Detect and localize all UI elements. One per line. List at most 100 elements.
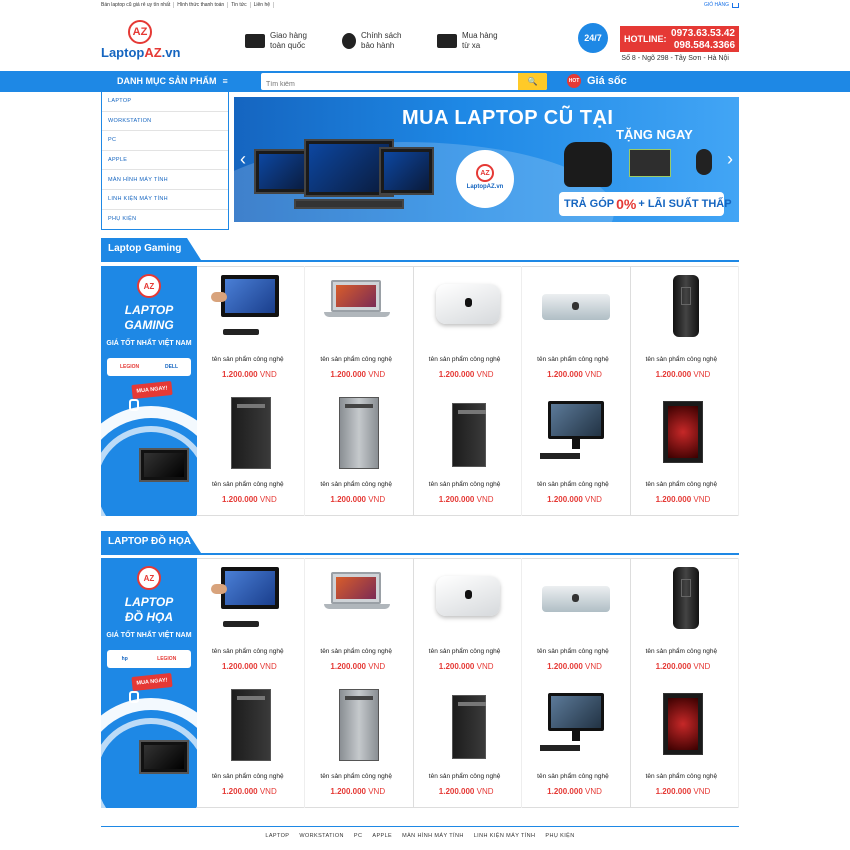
product-image[interactable]	[319, 397, 399, 472]
top-link-home[interactable]: Bán laptop cũ giá rẻ uy tín nhất	[101, 2, 175, 8]
product-card[interactable]: tên sản phẩm công nghệ 1.200.000 VND	[197, 266, 306, 391]
top-link-payment[interactable]: Hình thức thanh toán	[177, 2, 229, 8]
product-card[interactable]: tên sản phẩm công nghệ 1.200.000 VND	[197, 683, 306, 808]
section-title[interactable]: Laptop Gaming	[101, 238, 201, 260]
product-name[interactable]: tên sản phẩm công nghệ	[320, 481, 392, 488]
product-card[interactable]: tên sản phẩm công nghệ 1.200.000 VND	[305, 266, 414, 391]
product-name[interactable]: tên sản phẩm công nghệ	[212, 356, 284, 363]
product-name[interactable]: tên sản phẩm công nghệ	[429, 648, 501, 655]
product-image[interactable]	[428, 564, 508, 639]
product-image[interactable]	[428, 397, 508, 472]
product-name[interactable]: tên sản phẩm công nghệ	[320, 356, 392, 363]
product-image[interactable]	[536, 272, 616, 347]
product-image[interactable]	[536, 564, 616, 639]
product-card[interactable]: tên sản phẩm công nghệ 1.200.000 VND	[522, 266, 631, 391]
product-name[interactable]: tên sản phẩm công nghệ	[429, 481, 501, 488]
menu-item-apple[interactable]: APPLE	[102, 151, 228, 171]
product-card[interactable]: tên sản phẩm công nghệ 1.200.000 VND	[631, 266, 739, 391]
product-name[interactable]: tên sản phẩm công nghệ	[429, 773, 501, 780]
buy-now-button[interactable]: MUA NGAY!	[131, 672, 173, 692]
product-price: 1.200.000 VND	[438, 787, 494, 796]
product-name[interactable]: tên sản phẩm công nghệ	[646, 648, 718, 655]
promo-banner-gaming[interactable]: AZ LAPTOP GAMING GIÁ TỐT NHẤT VIỆT NAM LE…	[101, 266, 197, 516]
site-logo[interactable]: AZ LaptopAZ.vn	[101, 20, 191, 68]
product-image[interactable]	[428, 689, 508, 764]
product-name[interactable]: tên sản phẩm công nghệ	[646, 356, 718, 363]
product-name[interactable]: tên sản phẩm công nghệ	[320, 648, 392, 655]
product-card[interactable]: tên sản phẩm công nghệ 1.200.000 VND	[197, 558, 306, 683]
menu-item-monitor[interactable]: MÀN HÌNH MÁY TÍNH	[102, 170, 228, 190]
buy-now-button[interactable]: MUA NGAY!	[131, 380, 173, 400]
top-link-news[interactable]: Tin tức	[231, 2, 251, 8]
product-image[interactable]	[536, 397, 616, 472]
hot-deals-link[interactable]: HOT Giá sốc	[567, 74, 627, 88]
footer-link-components[interactable]: LINH KIỆN MÁY TÍNH	[474, 833, 536, 839]
product-card[interactable]: tên sản phẩm công nghệ 1.200.000 VND	[631, 683, 739, 808]
footer-link-monitor[interactable]: MÀN HÌNH MÁY TÍNH	[402, 833, 464, 839]
footer-link-pc[interactable]: PC	[354, 833, 362, 839]
product-image[interactable]	[211, 272, 291, 347]
menu-item-pc[interactable]: PC	[102, 131, 228, 151]
product-card[interactable]: tên sản phẩm công nghệ 1.200.000 VND	[197, 391, 306, 516]
slider-next-arrow-icon[interactable]: ›	[727, 149, 733, 170]
product-name[interactable]: tên sản phẩm công nghệ	[537, 648, 609, 655]
footer-link-workstation[interactable]: WORKSTATION	[299, 833, 344, 839]
promo-title: LAPTOP GAMING	[124, 303, 174, 332]
menu-item-components[interactable]: LINH KIỆN MÁY TÍNH	[102, 190, 228, 210]
product-image[interactable]	[536, 689, 616, 764]
category-menu-button[interactable]: DANH MỤC SẢN PHẨM ≡	[117, 76, 228, 86]
product-image[interactable]	[319, 272, 399, 347]
product-name[interactable]: tên sản phẩm công nghệ	[212, 648, 284, 655]
promo-banner-graphics[interactable]: AZ LAPTOP ĐỒ HỌA GIÁ TỐT NHẤT VIỆT NAM hp…	[101, 558, 197, 808]
product-image[interactable]	[645, 272, 725, 347]
product-name[interactable]: tên sản phẩm công nghệ	[429, 356, 501, 363]
menu-item-workstation[interactable]: WORKSTATION	[102, 112, 228, 132]
product-card[interactable]: tên sản phẩm công nghệ 1.200.000 VND	[631, 391, 739, 516]
product-image[interactable]	[211, 564, 291, 639]
product-image[interactable]	[211, 397, 291, 472]
product-image[interactable]	[319, 689, 399, 764]
product-image[interactable]	[645, 564, 725, 639]
product-image[interactable]	[645, 397, 725, 472]
hot-deals-label: Giá sốc	[587, 75, 627, 87]
footer-link-laptop[interactable]: LAPTOP	[265, 833, 289, 839]
slider-prev-arrow-icon[interactable]: ‹	[240, 149, 246, 170]
product-image[interactable]	[645, 689, 725, 764]
product-name[interactable]: tên sản phẩm công nghệ	[646, 481, 718, 488]
search-input[interactable]	[261, 76, 516, 93]
top-link-contact[interactable]: Liên hệ	[254, 2, 275, 8]
menu-item-accessories[interactable]: PHỤ KIỆN	[102, 210, 228, 230]
product-name[interactable]: tên sản phẩm công nghệ	[537, 356, 609, 363]
footer-link-apple[interactable]: APPLE	[372, 833, 392, 839]
hero-banner[interactable]: ‹ › MUA LAPTOP CŨ TẠI AZ LaptopAZ.vn TẶN…	[234, 97, 739, 222]
product-card[interactable]: tên sản phẩm công nghệ 1.200.000 VND	[522, 391, 631, 516]
product-image[interactable]	[211, 689, 291, 764]
hotline-phone-2[interactable]: 098.584.3366	[671, 40, 735, 52]
product-card[interactable]: tên sản phẩm công nghệ 1.200.000 VND	[631, 558, 739, 683]
product-card[interactable]: tên sản phẩm công nghệ 1.200.000 VND	[522, 683, 631, 808]
product-card[interactable]: tên sản phẩm công nghệ 1.200.000 VND	[414, 558, 523, 683]
product-card[interactable]: tên sản phẩm công nghệ 1.200.000 VND	[414, 683, 523, 808]
product-name[interactable]: tên sản phẩm công nghệ	[646, 773, 718, 780]
cart-link[interactable]: GIỎ HÀNG	[704, 2, 739, 8]
product-card[interactable]: tên sản phẩm công nghệ 1.200.000 VND	[414, 266, 523, 391]
product-name[interactable]: tên sản phẩm công nghệ	[320, 773, 392, 780]
product-card[interactable]: tên sản phẩm công nghệ 1.200.000 VND	[305, 391, 414, 516]
product-image[interactable]	[428, 272, 508, 347]
product-name[interactable]: tên sản phẩm công nghệ	[212, 481, 284, 488]
search-button[interactable]: 🔍	[518, 73, 547, 90]
product-card[interactable]: tên sản phẩm công nghệ 1.200.000 VND	[414, 391, 523, 516]
feature-delivery: Giao hàng toàn quốc	[245, 31, 307, 51]
product-name[interactable]: tên sản phẩm công nghệ	[212, 773, 284, 780]
product-image[interactable]	[319, 564, 399, 639]
product-name[interactable]: tên sản phẩm công nghệ	[537, 481, 609, 488]
product-card[interactable]: tên sản phẩm công nghệ 1.200.000 VND	[522, 558, 631, 683]
menu-item-laptop[interactable]: LAPTOP	[102, 92, 228, 112]
section-title[interactable]: LAPTOP ĐỒ HỌA	[101, 531, 201, 553]
footer-link-accessories[interactable]: PHỤ KIỆN	[545, 833, 574, 839]
product-card[interactable]: tên sản phẩm công nghệ 1.200.000 VND	[305, 683, 414, 808]
product-name[interactable]: tên sản phẩm công nghệ	[537, 773, 609, 780]
product-card[interactable]: tên sản phẩm công nghệ 1.200.000 VND	[305, 558, 414, 683]
hamburger-icon: ≡	[222, 76, 228, 86]
hotline-phone-1[interactable]: 0973.63.53.42	[671, 28, 735, 40]
